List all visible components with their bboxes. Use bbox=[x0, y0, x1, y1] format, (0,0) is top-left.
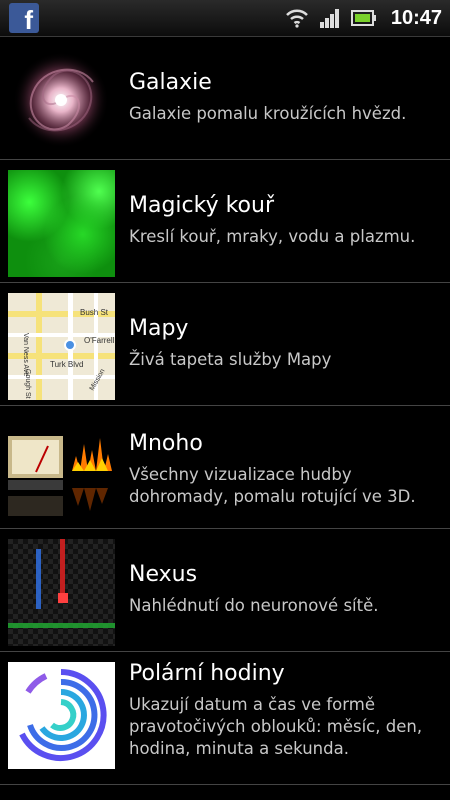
list-item-mnoho[interactable]: Mnoho Všechny vizualizace hudby dohromad… bbox=[0, 406, 450, 529]
nexus-thumbnail bbox=[8, 539, 115, 646]
item-description: Živá tapeta služby Mapy bbox=[129, 350, 332, 369]
item-title: Mapy bbox=[129, 316, 189, 341]
map-label: Bush St bbox=[80, 308, 109, 317]
list-item-nexus[interactable]: Nexus Nahlédnutí do neuronové sítě. bbox=[0, 529, 450, 652]
clock: 10:47 bbox=[390, 6, 442, 29]
status-bar: f 10:47 bbox=[0, 0, 450, 37]
item-description: Všechny vizualizace hudby dohromady, pom… bbox=[129, 465, 416, 506]
facebook-icon[interactable]: f bbox=[9, 3, 39, 33]
map-label: Turk Blvd bbox=[50, 360, 84, 369]
magic-smoke-thumbnail bbox=[8, 170, 115, 277]
item-description: Kreslí kouř, mraky, vodu a plazmu. bbox=[129, 227, 416, 246]
item-title: Nexus bbox=[129, 562, 198, 587]
item-title: Magický kouř bbox=[129, 193, 275, 218]
list-item-galaxie[interactable]: Galaxie Galaxie pomalu kroužících hvězd. bbox=[0, 37, 450, 160]
list-item-magicky-kour[interactable]: Magický kouř Kreslí kouř, mraky, vodu a … bbox=[0, 160, 450, 283]
map-label: O'Farrell bbox=[84, 336, 115, 345]
list-item-polarni-hodiny[interactable]: Polární hodiny Ukazují datum a čas ve fo… bbox=[0, 652, 450, 785]
wifi-icon bbox=[285, 9, 308, 28]
item-description: Galaxie pomalu kroužících hvězd. bbox=[129, 104, 407, 123]
polar-clock-thumbnail bbox=[8, 662, 115, 769]
signal-icon bbox=[319, 9, 339, 28]
item-description: Nahlédnutí do neuronové sítě. bbox=[129, 596, 379, 615]
item-description: Ukazují datum a čas ve formě pravotočivý… bbox=[129, 695, 423, 758]
item-title: Mnoho bbox=[129, 431, 203, 456]
list-item-mapy[interactable]: Van Ness Ave Bush St O'Farrell Turk Blvd… bbox=[0, 283, 450, 406]
item-title: Polární hodiny bbox=[129, 661, 285, 686]
item-title: Galaxie bbox=[129, 70, 212, 95]
battery-icon bbox=[350, 10, 376, 26]
wallpaper-list: Galaxie Galaxie pomalu kroužících hvězd.… bbox=[0, 37, 450, 785]
map-label: Gough St bbox=[24, 369, 31, 399]
maps-thumbnail: Van Ness Ave Bush St O'Farrell Turk Blvd… bbox=[8, 293, 115, 400]
many-visualizations-thumbnail bbox=[8, 416, 115, 523]
galaxy-thumbnail bbox=[8, 47, 115, 154]
